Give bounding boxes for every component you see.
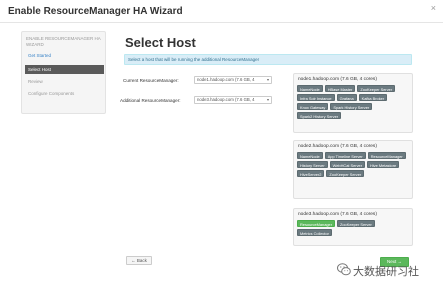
host-name: node3.hadoop.com (7.6 GB, 4 cores) bbox=[298, 212, 377, 217]
component-list: ResourceManager ZooKeeper Server Metrics… bbox=[297, 220, 411, 236]
component-badge: HiveServer2 bbox=[297, 170, 325, 177]
back-button[interactable]: ← Back bbox=[126, 256, 152, 265]
component-badge: Metrics Collector bbox=[297, 229, 332, 236]
header-divider bbox=[0, 22, 443, 23]
component-badge: WebHCat Server bbox=[329, 161, 365, 168]
component-badge: History Server bbox=[297, 161, 328, 168]
additional-rm-select[interactable]: node3.hadoop.com (7.6 GB, 4 ▾ bbox=[194, 96, 272, 104]
sidebar-item-review: Review bbox=[28, 79, 43, 84]
sidebar-item-configure-components: Configure Components bbox=[28, 91, 75, 96]
sidebar-heading: ENABLE RESOURCEMANAGER HA WIZARD bbox=[26, 36, 101, 47]
chevron-down-icon: ▾ bbox=[266, 97, 269, 102]
component-badge: ZooKeeper Server bbox=[337, 220, 375, 227]
component-badge: Spark2 History Server bbox=[297, 112, 342, 119]
component-badge: Grafana bbox=[336, 94, 357, 101]
wizard-sidebar: ENABLE RESOURCEMANAGER HA WIZARD Get Sta… bbox=[21, 31, 106, 114]
component-badge: Knox Gateway bbox=[297, 103, 329, 110]
component-list: NameNode HBase Master ZooKeeper Server I… bbox=[297, 85, 411, 119]
info-alert: Select a host that will be running the a… bbox=[124, 54, 412, 65]
component-badge: Spark History Server bbox=[330, 103, 373, 110]
component-badge: NameNode bbox=[297, 152, 323, 159]
watermark-text: 大数据研习社 bbox=[353, 266, 419, 278]
component-badge: ZooKeeper Server bbox=[326, 170, 365, 177]
component-badge: Kafka Broker bbox=[358, 94, 388, 101]
window-title: Enable ResourceManager HA Wizard bbox=[8, 6, 183, 17]
component-list: NameNode App Timeline Server ResourceMan… bbox=[297, 152, 411, 177]
additional-rm-value: node3.hadoop.com (7.6 GB, 4 bbox=[197, 97, 255, 102]
chevron-down-icon: ▾ bbox=[266, 77, 269, 82]
new-component-badge: ResourceManager bbox=[297, 220, 336, 227]
host-card: node3.hadoop.com (7.6 GB, 4 cores) Resou… bbox=[293, 208, 413, 246]
watermark: 大数据研习社 bbox=[337, 262, 437, 278]
close-icon[interactable]: × bbox=[431, 3, 436, 13]
component-badge: ZooKeeper Server bbox=[357, 85, 396, 92]
sidebar-item-get-started[interactable]: Get Started bbox=[25, 51, 104, 60]
host-name: node2.hadoop.com (7.6 GB, 4 cores) bbox=[298, 144, 377, 149]
host-name: node1.hadoop.com (7.6 GB, 4 cores) bbox=[298, 77, 377, 82]
host-card: node2.hadoop.com (7.6 GB, 4 cores) NameN… bbox=[293, 140, 413, 199]
component-badge: Infra Solr Instance bbox=[297, 94, 335, 101]
component-badge: Hive Metastore bbox=[367, 161, 400, 168]
wizard-content: Select Host Select a host that will be r… bbox=[116, 26, 418, 279]
component-badge: ResourceManager bbox=[367, 152, 406, 159]
sidebar-item-select-host[interactable]: Select Host bbox=[25, 65, 104, 74]
current-rm-label: Current ResourceManager: bbox=[123, 78, 179, 83]
component-badge: NameNode bbox=[297, 85, 323, 92]
wechat-icon bbox=[337, 263, 351, 276]
additional-rm-label: Additional ResourceManager: bbox=[120, 98, 181, 103]
host-card: node1.hadoop.com (7.6 GB, 4 cores) NameN… bbox=[293, 73, 413, 133]
component-badge: App Timeline Server bbox=[324, 152, 366, 159]
component-badge: HBase Master bbox=[324, 85, 356, 92]
current-rm-value: node1.hadoop.com (7.6 GB, 4 bbox=[197, 77, 255, 82]
current-rm-select[interactable]: node1.hadoop.com (7.6 GB, 4 ▾ bbox=[194, 76, 272, 84]
page-title: Select Host bbox=[125, 35, 196, 50]
